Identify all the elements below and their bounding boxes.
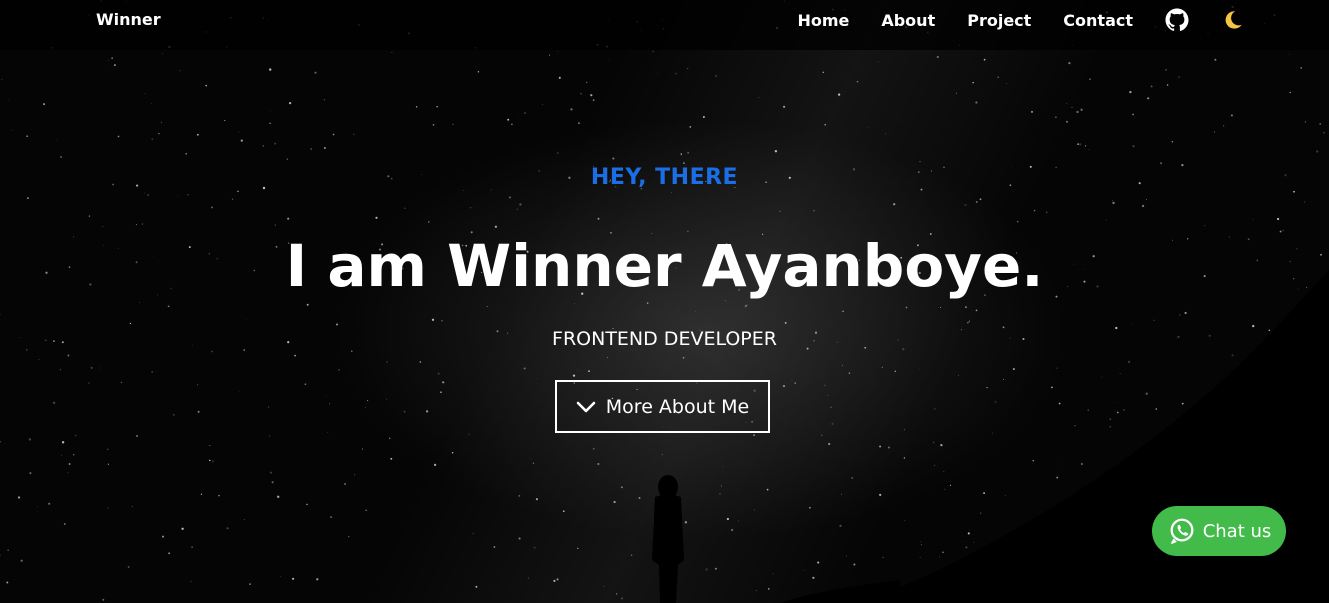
github-icon[interactable] — [1165, 8, 1189, 32]
chat-us-button[interactable]: Chat us — [1152, 506, 1286, 556]
nav-link-contact[interactable]: Contact — [1063, 11, 1133, 30]
more-about-me-button[interactable]: More About Me — [555, 380, 770, 433]
more-about-me-label: More About Me — [605, 395, 750, 418]
chat-us-label: Chat us — [1202, 520, 1272, 542]
nav-link-project[interactable]: Project — [967, 11, 1031, 30]
navbar: Winner Home About Project Contact — [0, 0, 1329, 50]
nav-links: Home About Project Contact — [765, 0, 1245, 40]
nav-link-home[interactable]: Home — [797, 11, 849, 30]
hero-section: Winner Home About Project Contact HEY, T… — [0, 0, 1329, 603]
hero-headline: I am Winner Ayanboye. — [285, 232, 1044, 300]
brand-logo[interactable]: Winner — [96, 10, 161, 30]
hero-eyebrow: HEY, THERE — [590, 165, 739, 190]
nav-link-about[interactable]: About — [881, 11, 935, 30]
hero-subtitle: FRONTEND DEVELOPER — [552, 328, 777, 350]
whatsapp-icon — [1167, 516, 1197, 546]
person-silhouette — [652, 475, 684, 603]
chevron-down-icon — [576, 400, 596, 414]
moon-icon[interactable] — [1221, 8, 1245, 32]
